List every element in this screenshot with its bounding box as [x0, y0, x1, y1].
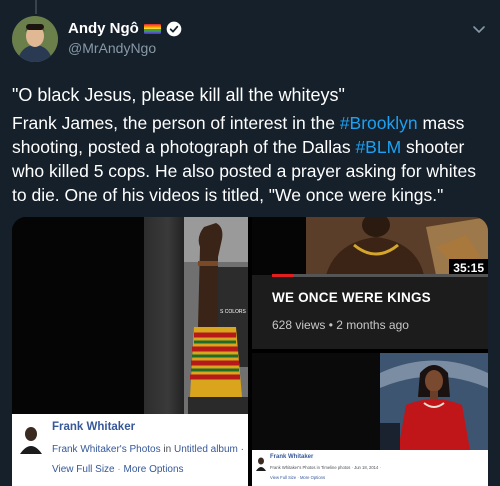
- facebook-caption-card-small: Frank Whitaker Frank Whitaker's Photos i…: [252, 450, 488, 486]
- hashtag-link[interactable]: #BLM: [355, 137, 401, 157]
- author-name[interactable]: Andy Ngô: [68, 20, 139, 37]
- photo-woman-red-dress: [380, 353, 488, 450]
- verified-badge-icon: [166, 21, 182, 36]
- hashtag-link[interactable]: #Brooklyn: [340, 113, 418, 133]
- fb-album-link[interactable]: Untitled album: [174, 444, 238, 455]
- facebook-caption-card: Frank Whitaker Frank Whitaker's Photos i…: [12, 414, 248, 486]
- thread-connector: [35, 0, 37, 14]
- photo-caption: S COLORS: [220, 309, 247, 315]
- photo-strip: [144, 217, 184, 414]
- fb-profile-name[interactable]: Frank Whitaker: [52, 421, 135, 433]
- fb-more-options[interactable]: More Options: [124, 464, 184, 475]
- author-row: Andy Ngô: [68, 20, 182, 37]
- fb-avatar: [18, 424, 44, 454]
- tweet-body: Frank James, the person of interest in t…: [12, 111, 490, 207]
- fb-photos-link[interactable]: Frank Whitaker's Photos: [52, 444, 161, 455]
- fb-avatar: [256, 457, 266, 471]
- photo-dark-area: [252, 353, 380, 450]
- video-dark-area: [252, 217, 306, 275]
- tweet-quote: "O black Jesus, please kill all the whit…: [12, 85, 345, 105]
- media-image-left[interactable]: S COLORS Frank Whitaker Frank Whitaker's…: [12, 217, 248, 486]
- tweet-body-part: Frank James, the person of interest in t…: [12, 113, 340, 133]
- photo-raised-fist: S COLORS: [184, 217, 248, 414]
- chevron-down-icon[interactable]: [472, 22, 486, 36]
- fb-separator: ·: [114, 464, 124, 475]
- fb-album-line: Frank Whitaker's Photos in Untitled albu…: [52, 444, 244, 455]
- fb-links-line[interactable]: View Full Size · More Options: [270, 475, 325, 480]
- fb-album-tail: ·: [237, 444, 244, 455]
- tweet-media-grid: S COLORS Frank Whitaker Frank Whitaker's…: [12, 217, 488, 486]
- fb-album-in: in: [160, 444, 174, 455]
- fb-links-line: View Full Size · More Options: [52, 464, 184, 475]
- video-progress-bar[interactable]: [272, 274, 488, 277]
- tweet-header: Andy Ngô @MrAndyNgo: [12, 16, 488, 64]
- fb-album-line: Frank Whitaker's Photos in Timeline phot…: [270, 465, 381, 470]
- video-progress-fill: [272, 274, 294, 277]
- video-title[interactable]: WE ONCE WERE KINGS: [272, 290, 431, 305]
- fb-view-full-size[interactable]: View Full Size: [52, 464, 115, 475]
- photo-dark-area: [12, 217, 144, 414]
- avatar[interactable]: [12, 16, 58, 62]
- media-image-video[interactable]: 35:15 WE ONCE WERE KINGS 628 views • 2 m…: [252, 217, 488, 349]
- author-handle[interactable]: @MrAndyNgo: [68, 40, 156, 56]
- fb-profile-name[interactable]: Frank Whitaker: [270, 454, 313, 460]
- rainbow-flag-icon: [143, 23, 161, 34]
- video-meta: 628 views • 2 months ago: [272, 318, 409, 332]
- media-image-right[interactable]: Frank Whitaker Frank Whitaker's Photos i…: [252, 353, 488, 486]
